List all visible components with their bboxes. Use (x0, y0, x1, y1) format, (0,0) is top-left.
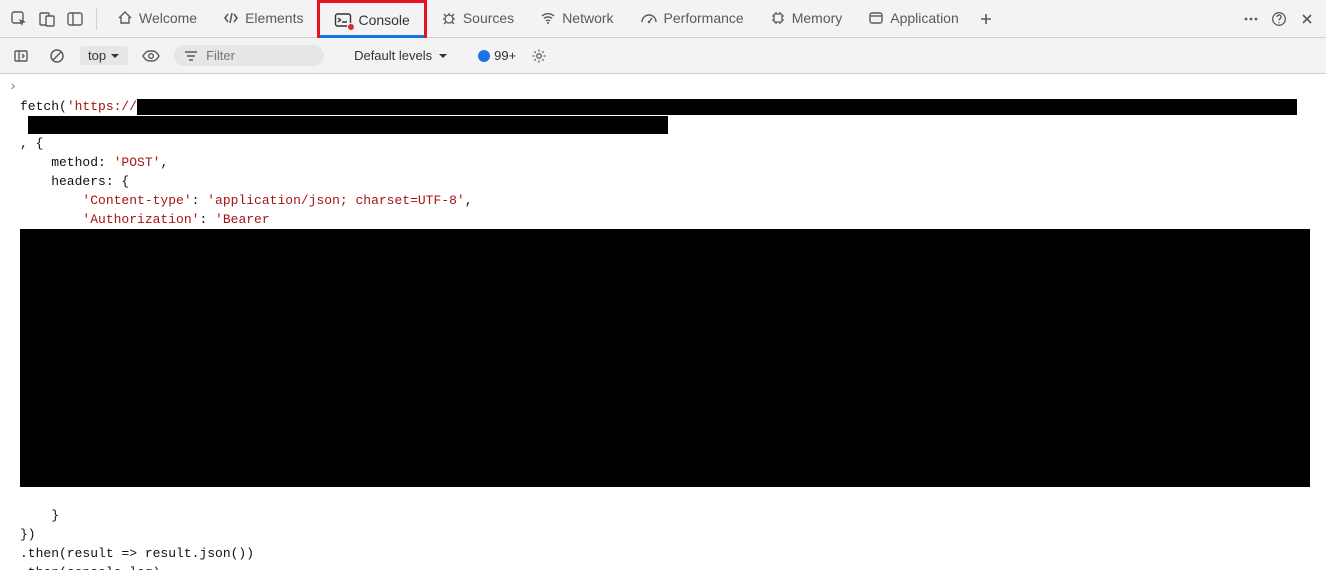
clear-console-icon[interactable] (44, 43, 70, 69)
bug-icon (441, 10, 457, 26)
tab-label: Console (358, 12, 409, 28)
console-input-code[interactable]: fetch('https:// , { method: 'POST', head… (20, 78, 1310, 570)
console-input-row: fetch('https:// , { method: 'POST', head… (0, 76, 1326, 570)
inspect-element-icon[interactable] (6, 6, 32, 32)
tab-label: Memory (792, 10, 843, 26)
context-label: top (88, 48, 106, 63)
close-icon[interactable] (1294, 6, 1320, 32)
input-caret-icon (9, 82, 17, 94)
console-toolbar: top Default levels 99+ (0, 38, 1326, 74)
toggle-sidebar-icon[interactable] (8, 43, 34, 69)
filter-input[interactable] (204, 47, 304, 64)
application-icon (868, 10, 884, 26)
log-levels-selector[interactable]: Default levels (354, 48, 448, 63)
console-output-area[interactable]: fetch('https:// , { method: 'POST', head… (0, 74, 1326, 570)
chevron-down-icon (438, 51, 448, 61)
tab-label: Application (890, 10, 959, 26)
live-expression-icon[interactable] (138, 43, 164, 69)
console-icon (334, 12, 352, 28)
separator (96, 8, 97, 30)
devtools-tabbar: Welcome Elements Console Sources (0, 0, 1326, 38)
dock-side-icon[interactable] (62, 6, 88, 32)
device-toolbar-icon[interactable] (34, 6, 60, 32)
issues-count: 99+ (494, 48, 516, 63)
tab-elements[interactable]: Elements (211, 0, 315, 38)
tab-welcome[interactable]: Welcome (105, 0, 209, 38)
levels-label: Default levels (354, 48, 432, 63)
filter-input-wrapper[interactable] (174, 45, 324, 66)
console-settings-icon[interactable] (526, 43, 552, 69)
tab-label: Network (562, 10, 613, 26)
chevron-down-icon (110, 51, 120, 61)
wifi-icon (540, 10, 556, 26)
tab-application[interactable]: Application (856, 0, 971, 38)
execution-context-selector[interactable]: top (80, 46, 128, 65)
add-tab-icon[interactable] (973, 6, 999, 32)
help-icon[interactable] (1266, 6, 1292, 32)
tab-sources[interactable]: Sources (429, 0, 526, 38)
active-tab-underline (320, 35, 423, 38)
filter-icon (184, 50, 198, 62)
tab-console[interactable]: Console (317, 0, 426, 38)
performance-icon (640, 10, 658, 26)
tab-label: Sources (463, 10, 514, 26)
home-icon (117, 10, 133, 26)
tab-memory[interactable]: Memory (758, 0, 855, 38)
issues-dot-icon (478, 50, 490, 62)
chip-icon (770, 10, 786, 26)
tab-label: Welcome (139, 10, 197, 26)
tab-performance[interactable]: Performance (628, 0, 756, 38)
issues-counter[interactable]: 99+ (478, 48, 516, 63)
tab-label: Performance (664, 10, 744, 26)
tab-label: Elements (245, 10, 303, 26)
tab-network[interactable]: Network (528, 0, 625, 38)
code-icon (223, 10, 239, 26)
more-options-icon[interactable] (1238, 6, 1264, 32)
